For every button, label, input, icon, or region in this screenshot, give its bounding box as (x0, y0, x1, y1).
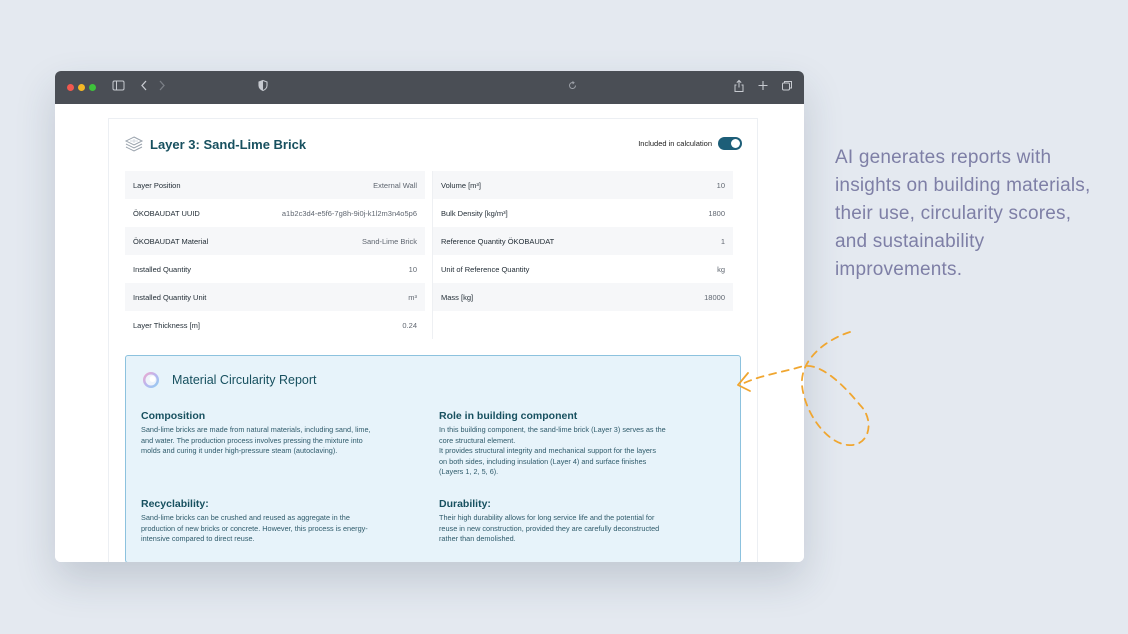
layers-icon (124, 135, 144, 153)
minimize-window-button[interactable] (78, 84, 85, 91)
circularity-report-card: Material Circularity Report Composition … (125, 355, 741, 562)
included-toggle[interactable] (718, 137, 742, 150)
properties-left-column: Layer Position External Wall ÖKOBAUDAT UU… (125, 171, 425, 339)
property-value: a1b2c3d4-e5f6-7g8h-9i0j-k1l2m3n4o5p6 (281, 208, 417, 218)
property-value: 10 (408, 264, 417, 274)
property-value: 10 (716, 180, 725, 190)
role-section: Role in building component In this build… (439, 410, 725, 478)
property-row: Layer Position External Wall (125, 171, 425, 199)
property-label: ÖKOBAUDAT Material (133, 236, 209, 246)
share-icon[interactable] (733, 79, 745, 93)
back-arrow-icon[interactable] (139, 79, 149, 92)
property-value: 0.24 (402, 320, 417, 330)
sidebar-toggle-icon[interactable] (112, 79, 125, 92)
reload-icon[interactable] (567, 79, 578, 92)
property-row: Installed Quantity Unit m³ (125, 283, 425, 311)
property-label: Installed Quantity (133, 264, 191, 274)
property-row: Reference Quantity ÖKOBAUDAT 1 (433, 227, 733, 255)
property-row: ÖKOBAUDAT UUID a1b2c3d4-e5f6-7g8h-9i0j-k1… (125, 199, 425, 227)
property-value: External Wall (373, 180, 417, 190)
toggle-knob (731, 139, 740, 148)
properties-right-column: Volume [m³] 10 Bulk Density [kg/m³] 1800 R… (433, 171, 733, 311)
property-row: Installed Quantity 10 (125, 255, 425, 283)
durability-section: Durability: Their high durability allows… (439, 498, 725, 545)
property-label: Volume [m³] (441, 180, 482, 190)
property-row: Volume [m³] 10 (433, 171, 733, 199)
durability-heading: Durability: (439, 498, 491, 510)
ai-orb-icon (142, 371, 160, 389)
property-value: 1800 (708, 208, 725, 218)
property-value: 1 (720, 236, 725, 246)
property-label: Unit of Reference Quantity (441, 264, 530, 274)
page-content: Layer 3: Sand-Lime Brick Included in cal… (55, 104, 804, 562)
forward-arrow-icon[interactable] (157, 79, 167, 92)
dashed-arrow-icon (737, 331, 870, 446)
property-row: Mass [kg] 18000 (433, 283, 733, 311)
property-label: Layer Position (133, 180, 181, 190)
property-value: 18000 (704, 292, 725, 302)
browser-window: Layer 3: Sand-Lime Brick Included in cal… (55, 71, 804, 562)
close-window-button[interactable] (67, 84, 74, 91)
layer-header: Layer 3: Sand-Lime Brick (124, 133, 306, 155)
included-toggle-label: Included in calculation (638, 139, 712, 148)
report-title: Material Circularity Report (172, 373, 317, 387)
browser-toolbar (55, 71, 804, 104)
shield-icon[interactable] (258, 79, 268, 92)
tab-overview-icon[interactable] (781, 79, 793, 92)
composition-text: Sand-lime bricks are made from natural m… (141, 425, 371, 456)
layer-title: Layer 3: Sand-Lime Brick (150, 136, 307, 152)
layer-panel: Layer 3: Sand-Lime Brick Included in cal… (108, 118, 758, 562)
recyclability-section: Recyclability: Sand-lime bricks can be c… (141, 498, 427, 545)
recyclability-heading: Recyclability: (141, 498, 209, 510)
property-row: ÖKOBAUDAT Material Sand-Lime Brick (125, 227, 425, 255)
report-header: Material Circularity Report (142, 371, 316, 389)
property-value: Sand-Lime Brick (361, 236, 417, 246)
role-heading: Role in building component (439, 410, 578, 422)
new-tab-plus-icon[interactable] (757, 79, 769, 92)
property-label: Installed Quantity Unit (133, 292, 207, 302)
maximize-window-button[interactable] (89, 84, 96, 91)
composition-section: Composition Sand-lime bricks are made fr… (141, 410, 427, 457)
durability-text: Their high durability allows for long se… (439, 513, 660, 544)
property-row: Bulk Density [kg/m³] 1800 (433, 199, 733, 227)
property-row: Layer Thickness [m] 0.24 (125, 311, 425, 339)
property-label: Reference Quantity ÖKOBAUDAT (441, 236, 555, 246)
property-label: Bulk Density [kg/m³] (441, 208, 508, 218)
recyclability-text: Sand-lime bricks can be crushed and reus… (141, 513, 368, 544)
property-row: Unit of Reference Quantity kg (433, 255, 733, 283)
role-text: In this building component, the sand-lim… (439, 425, 666, 477)
property-label: Mass [kg] (441, 292, 474, 302)
included-toggle-group: Included in calculation (638, 137, 742, 150)
property-label: Layer Thickness [m] (133, 320, 200, 330)
property-label: ÖKOBAUDAT UUID (133, 208, 200, 218)
property-value: kg (717, 264, 725, 274)
composition-heading: Composition (141, 410, 206, 422)
property-value: m³ (408, 292, 417, 302)
marketing-tagline: AI generates reports with insights on bu… (835, 147, 1091, 280)
